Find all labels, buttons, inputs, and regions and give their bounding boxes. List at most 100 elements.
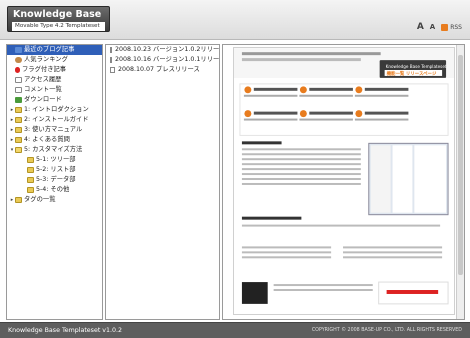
folder-icon: [27, 187, 34, 193]
folder-icon: [15, 117, 22, 123]
font-size-large-button[interactable]: A: [417, 22, 424, 32]
tree-item[interactable]: 人気ランキング: [7, 55, 102, 65]
feature-text-5: [309, 111, 353, 115]
preview-section-heading-2: [241, 216, 302, 220]
feature-text-1: [253, 87, 298, 91]
feature-text-4: [253, 111, 298, 115]
tree-item[interactable]: 最近のブログ記事: [7, 45, 102, 55]
feature-num-3: [355, 86, 363, 94]
list-item-label: 2008.10.16 バージョン1.0.1リリース: [115, 56, 220, 63]
tree-item[interactable]: ▸ 4: よくある質問: [7, 135, 102, 145]
feature-desc-1: [243, 94, 298, 97]
tree-item[interactable]: ダウンロード: [7, 95, 102, 105]
folder-icon: [15, 137, 22, 143]
list-pane: 2008.10.23 バージョン1.0.2リリース 2008.10.16 バージョ…: [105, 44, 220, 320]
tree-item-label: タグの一覧: [24, 196, 56, 203]
folder-icon: [15, 197, 22, 203]
tree-item-label: コメント一覧: [24, 86, 62, 93]
tree-item-label: 1: イントロダクション: [24, 106, 89, 113]
download-icon: [15, 97, 22, 103]
preview-intro-text: [241, 52, 381, 56]
tree-item-label: 人気ランキング: [24, 56, 68, 63]
feature-text-3: [364, 87, 409, 91]
feature-desc-5: [299, 118, 353, 121]
preview-line-4: [241, 163, 361, 166]
feature-desc-3: [354, 94, 409, 97]
tree-item[interactable]: 5-1: ツリー部: [7, 155, 102, 165]
folder-icon: [15, 127, 22, 133]
preview-line-5: [241, 168, 361, 171]
font-size-small-button[interactable]: A: [430, 23, 435, 31]
preview-screenshot-content: [414, 145, 447, 213]
preview-line-9: [241, 224, 441, 227]
tree-item[interactable]: 5-3: データ部: [7, 175, 102, 185]
tree-item-label: 5-3: データ部: [36, 176, 76, 183]
list-item[interactable]: 2008.10.23 バージョン1.0.2リリース: [106, 45, 219, 55]
footer-copyright: COPYRIGHT © 2008 BASE-UP CO., LTD. ALL R…: [311, 328, 462, 333]
feature-num-2: [299, 86, 307, 94]
preview-feature-area: [239, 83, 449, 136]
rss-link[interactable]: RSS: [441, 23, 462, 31]
feature-desc-6: [354, 118, 409, 121]
tree-item[interactable]: ▸ 2: インストールガイド: [7, 115, 102, 125]
document-icon: [110, 67, 115, 73]
feature-text-2: [309, 87, 353, 91]
tree-item-label: 5-4: その他: [36, 186, 70, 193]
rss-label: RSS: [450, 23, 462, 31]
tree-pane: 最近のブログ記事 人気ランキングフラグ付き記事 アクセス履歴 コメント一覧ダウンロード…: [6, 44, 103, 320]
preview-line-13: [343, 246, 443, 249]
preview-line-7: [241, 178, 361, 181]
tree-item-label: アクセス履歴: [24, 76, 62, 83]
home-icon: [15, 47, 22, 53]
preview-line-8: [241, 182, 361, 185]
tree-item[interactable]: 5-2: リスト部: [7, 165, 102, 175]
tree-item[interactable]: ▸ 3: 使い方マニュアル: [7, 125, 102, 135]
list-item-label: 2008.10.23 バージョン1.0.2リリース: [115, 46, 220, 53]
title-box: Knowledge Base Movable Type 4.2 Template…: [7, 6, 110, 32]
preview-section-heading: [241, 141, 282, 145]
content-page-preview: Knowledge Base Templateset 機能一覧 リリースページ: [233, 47, 455, 315]
preview-line-3: [241, 158, 361, 161]
app-subtitle: Movable Type 4.2 Templateset: [12, 22, 105, 31]
preview-logo: [241, 282, 268, 304]
document-icon: [110, 47, 112, 53]
preview-line-17: [273, 289, 373, 291]
feature-num-5: [299, 110, 307, 118]
list-item[interactable]: 2008.10.16 バージョン1.0.1リリース: [106, 55, 219, 65]
tree-item[interactable]: フラグ付き記事: [7, 65, 102, 75]
preview-line-11: [241, 251, 332, 254]
feature-desc-2: [299, 94, 353, 97]
app-footer: Knowledge Base Templateset v1.0.2 COPYRI…: [0, 322, 470, 338]
tree-item[interactable]: 5-4: その他: [7, 185, 102, 195]
tree-item[interactable]: アクセス履歴: [7, 75, 102, 85]
footer-version: Knowledge Base Templateset v1.0.2: [8, 327, 123, 334]
header-tools: A A RSS: [417, 22, 462, 32]
content-scrollbar[interactable]: [456, 45, 464, 319]
rss-icon: [441, 23, 449, 31]
pin-icon: [15, 67, 20, 73]
feature-num-1: [244, 86, 252, 94]
preview-screenshot-list: [392, 145, 413, 213]
tree-item[interactable]: ▸ タグの一覧: [7, 195, 102, 205]
folder-icon: [27, 177, 34, 183]
list-item[interactable]: 2008.10.07 プレスリリース: [106, 65, 219, 75]
tree-item[interactable]: コメント一覧: [7, 85, 102, 95]
content-pane: Knowledge Base Templateset 機能一覧 リリースページ: [222, 44, 465, 320]
content-scroll-thumb[interactable]: [458, 55, 463, 275]
preview-line-14: [343, 251, 443, 254]
tree-item[interactable]: ▾ 5: カスタマイズ方法: [7, 145, 102, 155]
preview-intro-text-2: [241, 58, 361, 62]
preview-line-2: [241, 153, 361, 156]
folder-icon: [27, 167, 34, 173]
preview-screenshot-tree: [370, 145, 391, 213]
tree-item[interactable]: ▸ 1: イントロダクション: [7, 105, 102, 115]
feature-num-6: [355, 110, 363, 118]
preview-line-16: [273, 284, 373, 287]
preview-kb-button: 機能一覧 リリースページ: [387, 70, 437, 77]
tree-item-label: 最近のブログ記事: [24, 46, 75, 53]
preview-price: [386, 290, 439, 294]
tree-item-label: 5-2: リスト部: [36, 166, 76, 173]
document-icon: [15, 87, 22, 93]
tree-item-label: 5-1: ツリー部: [36, 156, 76, 163]
tree-item-label: 5: カスタマイズ方法: [24, 146, 83, 153]
